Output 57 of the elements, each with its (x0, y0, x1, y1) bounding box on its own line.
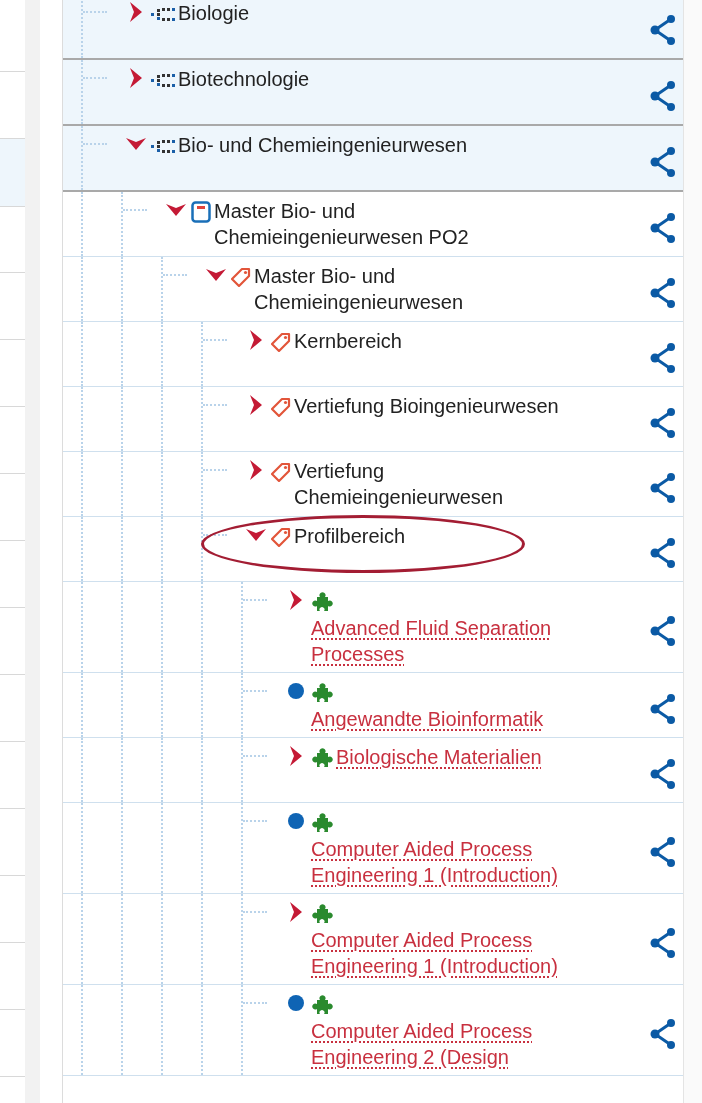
tag-icon (231, 266, 251, 287)
dot-grid-icon (151, 5, 175, 22)
collapse-caret-icon[interactable] (246, 529, 266, 541)
module-link[interactable]: Angewandte Bioinformatik (311, 706, 544, 732)
tag-icon (271, 461, 291, 482)
node-label[interactable]: Bio- und Chemieingenieurwesen (178, 132, 565, 158)
share-icon[interactable] (650, 1019, 676, 1049)
module-link[interactable]: Computer Aided Process Engineering 1 (Introduction) (311, 836, 565, 888)
share-icon[interactable] (650, 538, 676, 568)
module-link[interactable]: Computer Aided Process Engineering 2 (Design (311, 1018, 565, 1070)
expand-caret-icon[interactable] (290, 746, 302, 766)
dot-grid-icon (151, 137, 175, 154)
puzzle-piece-icon (311, 682, 333, 703)
share-icon[interactable] (650, 343, 676, 373)
expand-caret-icon[interactable] (250, 330, 262, 350)
expand-caret-icon[interactable] (130, 68, 142, 88)
puzzle-piece-icon (311, 994, 333, 1015)
expand-caret-icon[interactable] (130, 2, 142, 22)
puzzle-piece-icon (311, 747, 333, 768)
share-icon[interactable] (650, 616, 676, 646)
module-link[interactable]: Biologische Materialien (336, 744, 542, 770)
share-icon[interactable] (650, 147, 676, 177)
node-label[interactable]: Profilbereich (294, 523, 565, 549)
node-label[interactable]: Biotechnologie (178, 66, 565, 92)
share-icon[interactable] (650, 81, 676, 111)
tag-icon (271, 396, 291, 417)
expand-caret-icon[interactable] (290, 590, 302, 610)
collapse-caret-icon[interactable] (126, 138, 146, 150)
share-icon[interactable] (650, 759, 676, 789)
share-icon[interactable] (650, 15, 676, 45)
expand-caret-icon[interactable] (250, 395, 262, 415)
puzzle-piece-icon (311, 812, 333, 833)
share-icon[interactable] (650, 213, 676, 243)
node-label[interactable]: Vertiefung Chemieingenieurwesen (294, 458, 565, 510)
expand-caret-icon[interactable] (250, 460, 262, 480)
module-link[interactable]: Computer Aided Process Engineering 1 (Introduction) (311, 927, 565, 979)
collapse-caret-icon[interactable] (166, 204, 186, 216)
share-icon[interactable] (650, 473, 676, 503)
share-icon[interactable] (650, 928, 676, 958)
node-label[interactable]: Master Bio- und Chemieingenieurwesen PO2 (214, 198, 565, 250)
puzzle-piece-icon (311, 903, 333, 924)
expand-caret-icon[interactable] (290, 902, 302, 922)
puzzle-piece-icon (311, 591, 333, 612)
node-label[interactable]: Biologie (178, 0, 565, 26)
tag-icon (271, 526, 291, 547)
dot-grid-icon (151, 71, 175, 88)
document-icon (191, 200, 211, 223)
node-label[interactable]: Vertiefung Bioingenieurwesen (294, 393, 565, 419)
tag-icon (271, 331, 291, 352)
share-icon[interactable] (650, 837, 676, 867)
share-icon[interactable] (650, 408, 676, 438)
node-label[interactable]: Master Bio- und Chemieingenieurwesen (254, 263, 565, 315)
collapse-caret-icon[interactable] (206, 269, 226, 281)
share-icon[interactable] (650, 278, 676, 308)
node-label[interactable]: Kernbereich (294, 328, 565, 354)
share-icon[interactable] (650, 694, 676, 724)
module-link[interactable]: Advanced Fluid Separation Processes (311, 615, 565, 667)
